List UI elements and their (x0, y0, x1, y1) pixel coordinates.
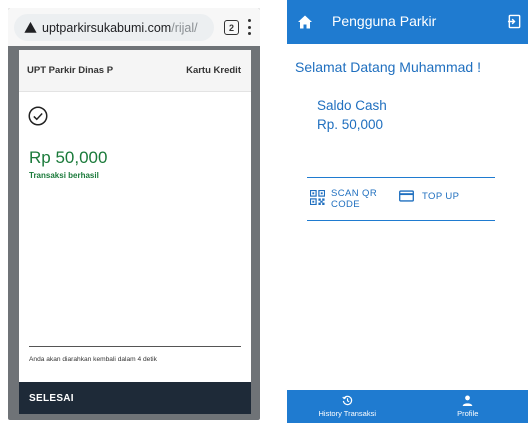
redirect-note: Anda akan diarahkan kembali dalam 4 deti… (29, 356, 157, 363)
credit-card-icon (399, 190, 414, 202)
payment-method: Kartu Kredit (186, 65, 241, 76)
finish-button[interactable]: SELESAI (19, 382, 251, 414)
merchant-name: UPT Parkir Dinas P (27, 65, 114, 76)
app-bar: Pengguna Parkir (287, 0, 528, 44)
nav-label-history: History Transaksi (318, 409, 376, 418)
payment-amount: Rp 50,000 (29, 148, 108, 167)
balance-value: Rp. 50,000 (317, 117, 384, 132)
browser-toolbar: uptparkirsukabumi.com/rijal/ 2 (8, 8, 260, 46)
url-path: /rijal/ (171, 20, 198, 35)
top-up-label: TOP UP (422, 190, 460, 202)
bottom-navigation: History Transaksi Profile (287, 390, 528, 423)
warning-icon[interactable] (24, 21, 37, 34)
payment-card: UPT Parkir Dinas P Kartu Kredit Rp 50,00… (19, 50, 251, 382)
screenshot-root: uptparkirsukabumi.com/rijal/ 2 UPT Parki… (0, 0, 528, 423)
actions-bottom-divider (307, 220, 495, 221)
payment-status: Transaksi berhasil (29, 171, 99, 180)
balance-label: Saldo Cash (317, 98, 387, 113)
nav-item-history[interactable]: History Transaksi (287, 390, 408, 423)
qr-code-icon (310, 190, 325, 205)
actions-top-divider (307, 177, 495, 178)
scan-qr-label: SCAN QR CODE (331, 188, 378, 210)
home-icon[interactable] (297, 14, 313, 30)
check-circle-icon (28, 106, 48, 126)
merchant-row: UPT Parkir Dinas P Kartu Kredit (19, 50, 251, 92)
history-icon (342, 395, 352, 406)
app-title: Pengguna Parkir (332, 13, 437, 29)
scan-qr-button[interactable]: SCAN QR CODE (310, 188, 391, 210)
url-host: uptparkirsukabumi.com (42, 20, 172, 35)
welcome-text: Selamat Datang Muhammad ! (295, 59, 481, 75)
person-icon (462, 395, 473, 406)
tab-switcher-button[interactable]: 2 (224, 20, 239, 35)
nav-label-profile: Profile (457, 409, 479, 418)
parking-app-screen: Pengguna Parkir Selamat Datang Muhammad … (287, 0, 528, 423)
payment-browser-screen: uptparkirsukabumi.com/rijal/ 2 UPT Parki… (8, 8, 260, 420)
top-up-button[interactable]: TOP UP (399, 190, 459, 202)
nav-item-profile[interactable]: Profile (408, 390, 528, 423)
logout-icon[interactable] (507, 14, 522, 29)
more-menu-icon[interactable] (246, 18, 252, 36)
address-bar[interactable]: uptparkirsukabumi.com/rijal/ (14, 14, 214, 41)
divider (29, 346, 241, 347)
